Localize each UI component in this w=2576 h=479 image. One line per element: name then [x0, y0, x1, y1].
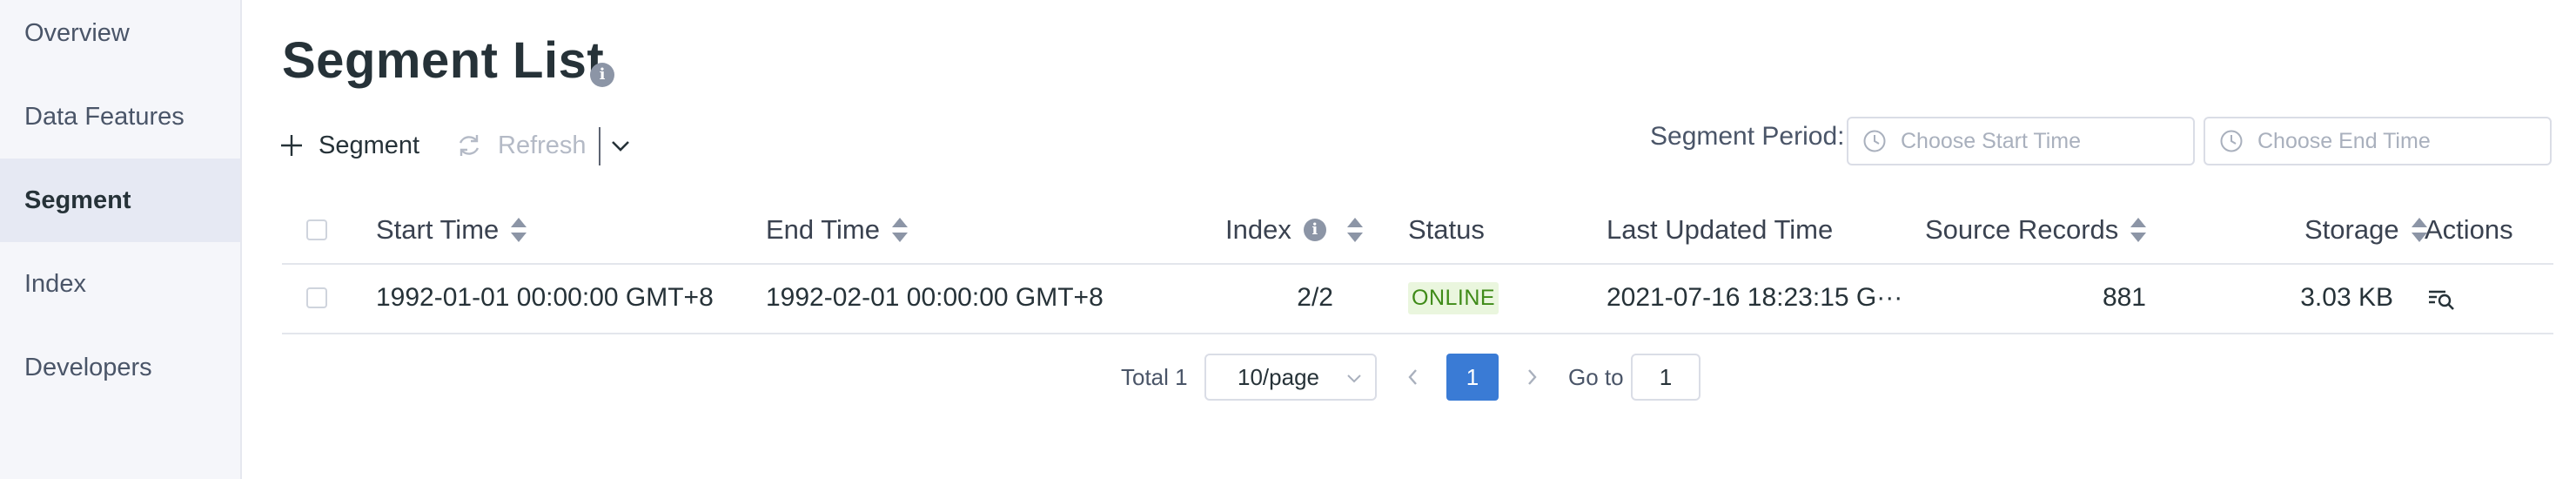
plus-icon — [281, 135, 302, 156]
sort-icon[interactable] — [891, 218, 908, 242]
column-start-time-label: Start Time — [376, 214, 500, 245]
cell-last-updated: 2021-07-16 18:23:15 G··· — [1607, 283, 1903, 312]
chevron-left-icon — [1408, 369, 1417, 385]
page-button-current[interactable]: 1 — [1446, 354, 1499, 401]
end-time-input[interactable] — [2256, 127, 2538, 155]
sidebar-item-developers[interactable]: Developers — [0, 326, 240, 409]
table-header: Start Time End Time Index i Status Last … — [282, 197, 2553, 265]
status-badge: ONLINE — [1408, 281, 1499, 314]
chevron-right-icon — [1528, 369, 1537, 385]
add-segment-label: Segment — [319, 132, 420, 159]
refresh-label: Refresh — [498, 132, 587, 159]
column-storage-label: Storage — [2304, 214, 2399, 245]
page-size-value: 10/page — [1238, 363, 1319, 390]
sidebar: Overview Data Features Segment Index Dev… — [0, 0, 242, 479]
sidebar-item-overview[interactable]: Overview — [0, 0, 240, 75]
column-actions: Actions — [2425, 214, 2513, 245]
column-source-records-label: Source Records — [1925, 214, 2119, 245]
select-all-checkbox[interactable] — [306, 219, 327, 240]
column-start-time[interactable]: Start Time — [376, 197, 527, 263]
row-select-cell — [306, 263, 327, 333]
column-index-label: Index — [1225, 214, 1291, 245]
sidebar-item-segment[interactable]: Segment — [0, 159, 240, 242]
toolbar-divider — [599, 127, 600, 165]
pagination-total: Total 1 — [1121, 363, 1188, 390]
sidebar-item-index[interactable]: Index — [0, 242, 240, 326]
column-storage[interactable]: Storage — [2304, 197, 2427, 263]
cell-status: ONLINE — [1408, 263, 1499, 333]
prev-page-button[interactable] — [1403, 354, 1422, 401]
add-segment-button[interactable]: Segment — [280, 124, 419, 167]
sidebar-item-data-features[interactable]: Data Features — [0, 75, 240, 159]
cell-index-value: 2/2 — [1297, 283, 1333, 312]
goto-label: Go to — [1568, 363, 1624, 390]
cell-actions — [2426, 263, 2458, 333]
info-icon[interactable]: i — [590, 63, 614, 87]
column-end-time-label: End Time — [766, 214, 880, 245]
clock-icon — [2220, 130, 2243, 152]
refresh-button[interactable]: Refresh — [456, 124, 587, 167]
next-page-button[interactable] — [1523, 354, 1542, 401]
column-last-updated: Last Updated Time — [1607, 214, 1834, 245]
info-icon[interactable]: i — [1303, 219, 1326, 241]
segment-period-label: Segment Period: — [1650, 122, 1845, 151]
sort-icon[interactable] — [2130, 218, 2147, 242]
page-size-select[interactable]: 10/page — [1204, 354, 1377, 401]
page-title: Segment List — [282, 32, 605, 89]
sort-icon[interactable] — [511, 218, 527, 242]
column-end-time[interactable]: End Time — [766, 197, 908, 263]
chevron-down-icon[interactable] — [609, 132, 632, 159]
goto-page-field[interactable] — [1631, 354, 1701, 401]
start-time-picker[interactable] — [1847, 117, 2195, 165]
cell-end-time: 1992-02-01 00:00:00 GMT+8 — [766, 283, 1104, 312]
clock-icon — [1863, 130, 1886, 152]
column-source-records[interactable]: Source Records — [1925, 197, 2147, 263]
cell-start-time: 1992-01-01 00:00:00 GMT+8 — [376, 283, 714, 312]
cell-source-records-value: 881 — [2102, 283, 2146, 312]
chevron-down-icon — [1347, 374, 1361, 383]
row-checkbox[interactable] — [306, 287, 327, 308]
cell-storage-value: 3.03 KB — [2300, 283, 2393, 312]
end-time-picker[interactable] — [2204, 117, 2552, 165]
view-detail-icon[interactable] — [2426, 285, 2458, 311]
column-status: Status — [1408, 214, 1485, 245]
table-row[interactable]: 1992-01-01 00:00:00 GMT+8 1992-02-01 00:… — [282, 263, 2553, 334]
sort-icon[interactable] — [1346, 218, 1363, 242]
select-all-cell — [306, 197, 327, 263]
refresh-icon — [459, 135, 480, 156]
start-time-input[interactable] — [1899, 127, 2181, 155]
column-index[interactable]: Index i — [1225, 197, 1363, 263]
goto-page-input[interactable] — [1638, 362, 1694, 392]
